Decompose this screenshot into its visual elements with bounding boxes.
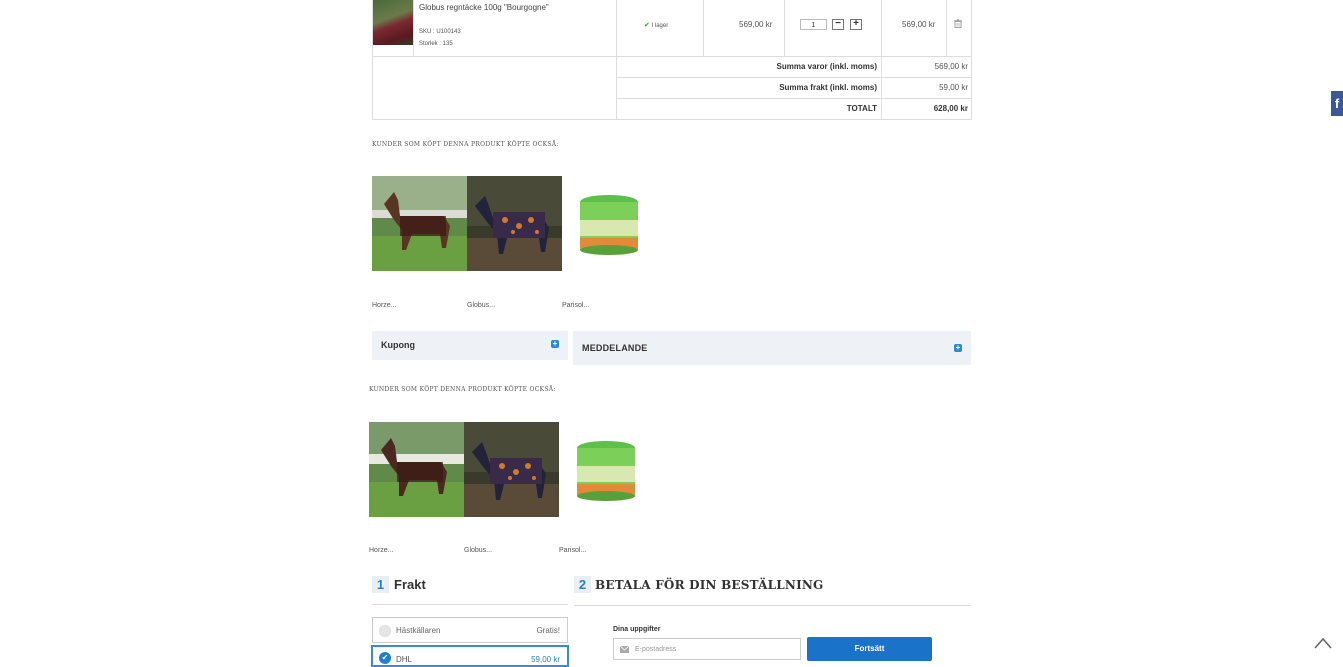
recommendations-heading: KUNDER SOM KÖPT DENNA PRODUKT KÖPTE OCKS… — [372, 141, 559, 148]
quantity-increase-button[interactable]: + — [850, 19, 862, 30]
cart-table — [372, 0, 972, 120]
reco-product-image-horze[interactable] — [372, 176, 467, 271]
table-divider — [616, 98, 972, 99]
shipping-option-price: Gratis! — [536, 626, 560, 635]
reco-product-image-parisol[interactable] — [562, 176, 657, 271]
facebook-icon[interactable]: f — [1331, 91, 1343, 116]
reco-product-name[interactable]: Globus... — [464, 547, 492, 554]
reco-product-name[interactable]: Parisol... — [559, 547, 586, 554]
summary-shipping-label: Summa frakt (inkl. moms) — [779, 83, 877, 92]
trash-icon[interactable] — [954, 19, 962, 28]
cart-item-name[interactable]: Globus regntäcke 100g "Bourgogne" — [419, 3, 549, 12]
table-divider — [784, 0, 785, 57]
shipping-option-name: Hästkällaren — [396, 626, 441, 635]
summary-goods-label: Summa varor (inkl. moms) — [776, 62, 877, 71]
shipping-title: Frakt — [394, 577, 426, 592]
table-divider — [616, 0, 617, 120]
reco-product-image-horze[interactable] — [369, 422, 464, 517]
table-divider — [372, 56, 972, 57]
stock-label: I lager — [651, 23, 669, 29]
table-divider — [946, 0, 947, 57]
reco-product-image-globus[interactable] — [467, 176, 562, 271]
table-divider — [413, 0, 414, 57]
reco-product-image-globus[interactable] — [464, 422, 559, 517]
radio-checked-icon[interactable]: ✔ — [379, 652, 391, 664]
cart-item-thumbnail[interactable] — [373, 0, 413, 45]
reco-product-image-parisol[interactable] — [559, 422, 654, 517]
summary-total-value: 628,00 kr — [933, 104, 968, 113]
continue-button[interactable]: Fortsätt — [807, 637, 932, 661]
check-icon: ✔ — [644, 22, 650, 29]
reco-product-name[interactable]: Globus... — [467, 302, 495, 309]
line-total: 569,00 kr — [902, 20, 936, 29]
step-number: 2 — [574, 576, 591, 593]
reco-product-name[interactable]: Horze... — [369, 547, 394, 554]
table-divider — [616, 77, 972, 78]
section-divider — [372, 604, 568, 605]
summary-goods-value: 569,00 kr — [934, 62, 968, 71]
payment-title: BETALA FÖR DIN BESTÄLLNING — [595, 578, 824, 592]
quantity-decrease-button[interactable]: − — [832, 19, 844, 30]
message-label[interactable]: MEDDELANDE — [582, 343, 648, 353]
unit-price: 569,00 kr — [739, 20, 773, 29]
section-divider — [574, 605, 971, 606]
expand-plus-icon[interactable]: + — [551, 340, 559, 348]
scroll-to-top-icon[interactable] — [1313, 636, 1333, 650]
recommendations-heading: KUNDER SOM KÖPT DENNA PRODUKT KÖPTE OCKS… — [369, 386, 556, 393]
coupon-label[interactable]: Kupong — [381, 340, 415, 350]
stock-status: ✔ I lager — [644, 21, 668, 29]
details-label: Dina uppgifter — [613, 626, 661, 633]
cart-item-size: Storlek : 135 — [419, 41, 453, 47]
cart-item-sku: SKU : U100143 — [419, 29, 461, 35]
reco-product-name[interactable]: Horze... — [372, 302, 397, 309]
email-field[interactable]: E-postadress — [613, 638, 801, 660]
radio-unselected-icon[interactable] — [379, 625, 391, 637]
summary-shipping-value: 59,00 kr — [939, 83, 968, 92]
reco-product-name[interactable]: Parisol... — [562, 302, 589, 309]
quantity-input[interactable]: 1 — [800, 19, 827, 30]
shipping-option-name: DHL — [396, 655, 413, 664]
shipping-option[interactable]: Hästkällaren Gratis! — [372, 617, 568, 643]
shipping-option-selected[interactable]: ✔ DHL 59,00 kr — [371, 645, 569, 667]
step-number: 1 — [372, 576, 389, 593]
table-divider — [881, 0, 882, 120]
email-placeholder: E-postadress — [635, 646, 677, 653]
envelope-icon — [620, 646, 629, 653]
shipping-option-price: 59,00 kr — [531, 655, 560, 664]
summary-total-label: TOTALT — [846, 104, 877, 113]
table-divider — [703, 0, 704, 57]
expand-plus-icon[interactable]: + — [954, 344, 962, 352]
